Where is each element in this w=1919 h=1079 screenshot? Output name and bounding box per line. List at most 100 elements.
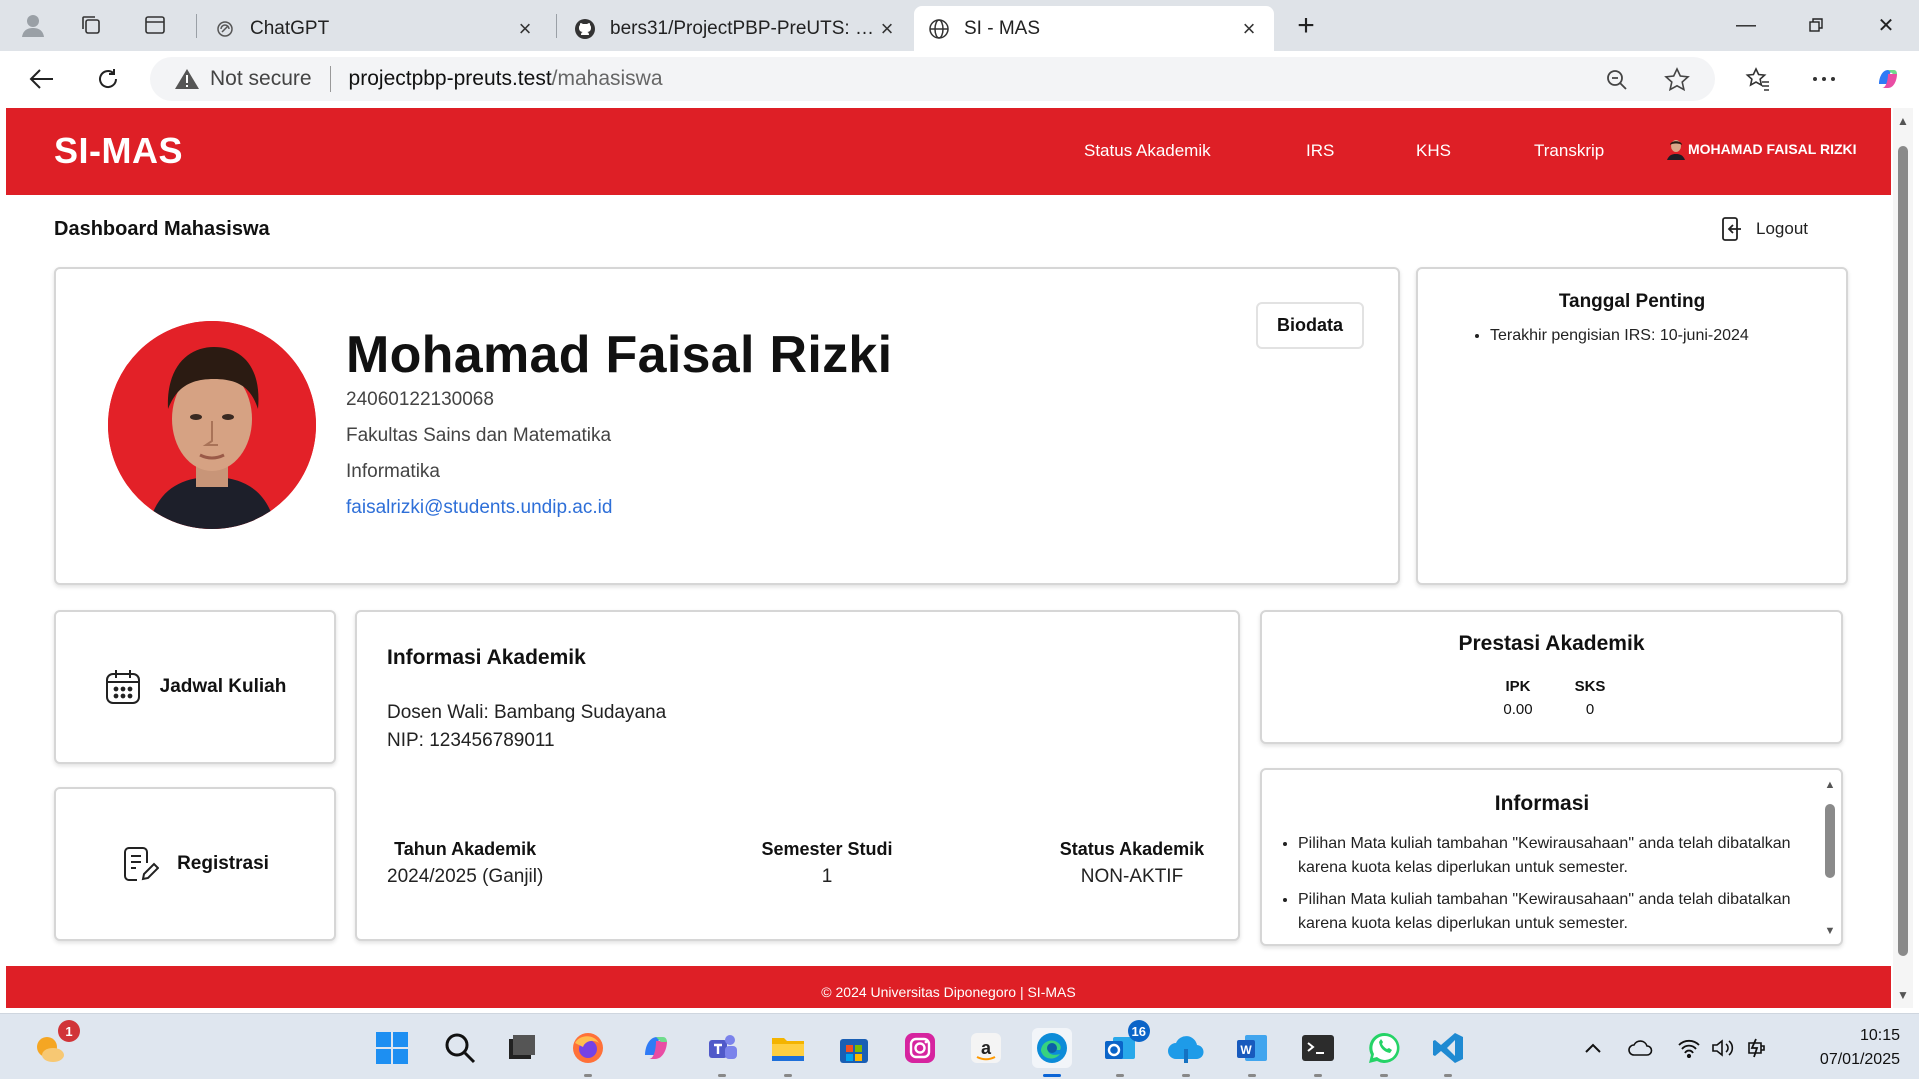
student-email-link[interactable]: faisalrizki@students.undip.ac.id <box>346 497 612 519</box>
minimize-button[interactable]: — <box>1722 8 1770 42</box>
start-menu-icon[interactable] <box>372 1028 412 1068</box>
globe-icon <box>928 18 950 40</box>
weather-badge: 1 <box>58 1020 80 1042</box>
page-scrollbar[interactable]: ▲ ▼ <box>1893 108 1913 1008</box>
running-indicator <box>1444 1074 1452 1077</box>
system-clock[interactable]: 10:15 07/01/2025 <box>1780 1024 1900 1072</box>
scroll-up-icon[interactable]: ▲ <box>1823 778 1837 792</box>
amazon-icon[interactable]: a <box>966 1028 1006 1068</box>
announcements-scrollbar[interactable]: ▲ ▼ <box>1822 778 1838 938</box>
wifi-icon[interactable] <box>1676 1036 1702 1060</box>
running-indicator <box>584 1074 592 1077</box>
search-icon[interactable] <box>440 1028 480 1068</box>
outlook-badge: 16 <box>1127 1020 1150 1042</box>
terminal-icon[interactable] <box>1298 1028 1338 1077</box>
scroll-down-icon[interactable]: ▼ <box>1823 924 1837 938</box>
clock-date: 07/01/2025 <box>1819 1051 1900 1068</box>
teams-icon[interactable] <box>702 1028 742 1077</box>
tab-si-mas[interactable]: SI - MAS × <box>914 6 1274 51</box>
onedrive-icon[interactable] <box>1628 1036 1654 1060</box>
tab-chatgpt[interactable]: ChatGPT × <box>200 6 550 51</box>
sks-label: SKS <box>1574 678 1606 695</box>
nav-khs[interactable]: KHS <box>1416 141 1451 161</box>
edge-icon[interactable] <box>1032 1028 1072 1077</box>
close-icon[interactable]: × <box>1238 16 1260 41</box>
semester: Semester Studi 1 <box>727 839 927 888</box>
security-status[interactable]: Not secure <box>210 67 312 91</box>
task-view-icon[interactable] <box>502 1028 542 1068</box>
copilot-icon[interactable] <box>1870 61 1906 97</box>
battery-charging-icon[interactable] <box>1744 1036 1770 1060</box>
scroll-up-icon[interactable]: ▲ <box>1896 114 1910 128</box>
zoom-icon[interactable] <box>1602 65 1632 95</box>
restore-button[interactable] <box>1792 8 1840 42</box>
microsoft-store-icon[interactable] <box>834 1028 874 1068</box>
outlook-icon[interactable]: 16 <box>1100 1020 1150 1077</box>
sks-stat: SKS 0 <box>1560 678 1620 718</box>
close-icon[interactable]: × <box>514 16 536 41</box>
more-options-icon[interactable] <box>1806 61 1842 97</box>
cloud-app-icon[interactable] <box>1166 1028 1206 1077</box>
new-tab-button[interactable]: + <box>1290 9 1322 42</box>
instagram-icon[interactable] <box>900 1028 940 1068</box>
nav-transkrip[interactable]: Transkrip <box>1534 141 1604 161</box>
logout-label: Logout <box>1756 219 1808 238</box>
tab-actions-icon[interactable] <box>138 10 172 40</box>
semester-label: Semester Studi <box>761 839 893 859</box>
student-program: Informatika <box>346 461 440 482</box>
scroll-down-icon[interactable]: ▼ <box>1896 988 1910 1002</box>
biodata-button[interactable]: Biodata <box>1256 302 1364 349</box>
list-item: Pilihan Mata kuliah tambahan "Kewirausah… <box>1298 888 1806 936</box>
student-name: Mohamad Faisal Rizki <box>346 326 893 384</box>
file-explorer-icon[interactable] <box>768 1028 808 1077</box>
vscode-icon[interactable] <box>1428 1028 1468 1077</box>
footer-text: © 2024 Universitas Diponegoro | SI-MAS <box>821 984 1076 1000</box>
volume-icon[interactable] <box>1710 1036 1736 1060</box>
scroll-thumb[interactable] <box>1898 146 1908 956</box>
registrasi-button[interactable]: Registrasi <box>54 787 336 941</box>
firefox-icon[interactable] <box>568 1028 608 1077</box>
favorite-star-icon[interactable] <box>1662 65 1692 95</box>
student-nim: 24060122130068 <box>346 389 494 410</box>
back-icon[interactable] <box>24 61 60 97</box>
running-indicator <box>784 1074 792 1077</box>
show-hidden-icons[interactable] <box>1580 1036 1606 1060</box>
close-icon[interactable]: × <box>876 16 898 41</box>
whatsapp-icon[interactable] <box>1364 1028 1404 1077</box>
jadwal-kuliah-button[interactable]: Jadwal Kuliah <box>54 610 336 764</box>
scroll-thumb[interactable] <box>1825 804 1835 878</box>
ipk-value: 0.00 <box>1503 701 1533 718</box>
nav-status-akademik[interactable]: Status Akademik <box>1084 141 1211 161</box>
running-indicator <box>1248 1074 1256 1077</box>
tab-separator <box>196 14 197 38</box>
address-bar[interactable]: Not secure projectpbp-preuts.test/mahasi… <box>150 57 1715 101</box>
tab-separator <box>556 14 557 38</box>
url-path: /mahasiswa <box>551 67 663 90</box>
url-host: projectpbp-preuts.test <box>348 67 552 90</box>
profile-photo <box>108 321 316 529</box>
list-item: Pilihan Mata kuliah tambahan "Kewirausah… <box>1298 832 1806 880</box>
reload-icon[interactable] <box>90 61 126 97</box>
ipk-stat: IPK 0.00 <box>1488 678 1548 718</box>
academic-year-label: Tahun Akademik <box>394 839 537 859</box>
copilot-app-icon[interactable] <box>636 1028 676 1068</box>
close-window-button[interactable]: ✕ <box>1862 8 1910 42</box>
brand-logo[interactable]: SI-MAS <box>54 130 183 172</box>
nav-irs[interactable]: IRS <box>1306 141 1334 161</box>
tab-github[interactable]: bers31/ProjectPBP-PreUTS: ahihi × <box>560 6 912 51</box>
word-icon[interactable]: W <box>1232 1028 1272 1077</box>
semester-value: 1 <box>821 866 833 887</box>
academic-status-label: Status Akademik <box>1059 839 1205 859</box>
logout-button[interactable]: Logout <box>1720 216 1808 242</box>
weather-widget-icon[interactable]: 1 <box>30 1020 80 1068</box>
user-menu[interactable]: MOHAMAD FAISAL RIZKI <box>1666 138 1857 160</box>
taskbar: 1 a 16 W 10:15 07/01/2025 <box>0 1013 1919 1079</box>
top-navbar: SI-MAS Status Akademik IRS KHS Transkrip… <box>6 108 1891 195</box>
favorites-icon[interactable] <box>1740 61 1776 97</box>
workspaces-icon[interactable] <box>74 10 108 40</box>
profile-icon[interactable] <box>16 10 50 40</box>
academic-status-value: NON-AKTIF <box>1080 866 1184 887</box>
announcements-card: Informasi Pilihan Mata kuliah tambahan "… <box>1260 768 1843 946</box>
page-viewport: SI-MAS Status Akademik IRS KHS Transkrip… <box>6 108 1891 1008</box>
important-dates-list: Terakhir pengisian IRS: 10-juni-2024 <box>1490 327 1749 345</box>
